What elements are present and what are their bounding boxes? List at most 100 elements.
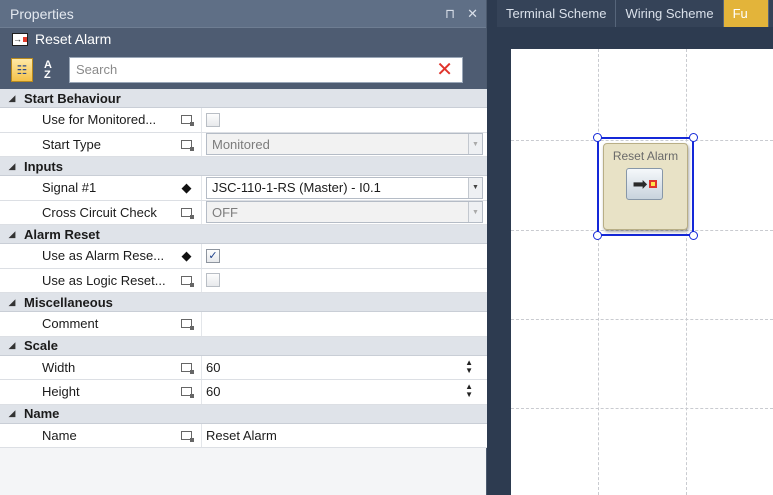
drawing-sheet[interactable]: Reset Alarm ➡ [511,49,773,495]
category-header[interactable]: ◢ Miscellaneous [0,293,487,312]
property-row[interactable]: Use as Logic Reset... [0,268,487,293]
property-value-cell[interactable]: Reset Alarm [201,423,487,447]
property-box-icon [172,424,201,448]
properties-toolbar: ☷ AZ ✕ [0,50,486,89]
grid-line [511,319,773,320]
property-combo[interactable]: Monitored ▼ [206,133,483,156]
category-header[interactable]: ◢ Scale [0,336,487,356]
property-row[interactable]: Height 60 ▲ ▼ [0,380,487,405]
spinner-icon[interactable]: ▲ ▼ [465,358,473,375]
resize-handle-top-right[interactable] [689,133,698,142]
property-label-text: Use for Monitored... [42,112,157,128]
dropdown-arrow-icon[interactable]: ▼ [468,177,482,198]
tab-2[interactable]: Fu [723,0,769,27]
property-label: Signal #1 [0,176,172,200]
category-name: Miscellaneous [24,294,113,310]
property-label: Use for Monitored... [0,108,172,132]
property-label: Comment [0,312,172,336]
categorized-view-icon[interactable]: ☷ [11,57,33,82]
property-label: Width [0,355,172,379]
collapse-triangle-icon[interactable]: ◢ [0,229,24,240]
category-name: Name [24,406,60,421]
collapse-triangle-icon[interactable]: ◢ [0,297,24,308]
property-label: Name [0,423,172,447]
property-combo[interactable]: OFF ▼ [206,201,483,224]
property-row[interactable]: Signal #1 ◆ JSC-110-1-RS (Master) - I0.1 ▼ [0,176,487,201]
property-label-text: Comment [42,316,99,332]
search-input[interactable] [76,62,428,77]
category-name: Scale [24,338,58,353]
clear-search-icon[interactable]: ✕ [427,60,462,80]
collapse-triangle-icon[interactable]: ◢ [0,408,24,419]
property-value-cell[interactable] [201,268,487,292]
property-box-icon [172,108,201,132]
tab-0[interactable]: Terminal Scheme [497,0,617,27]
property-value-cell[interactable]: ✓ [201,244,487,268]
property-row[interactable]: Comment [0,312,487,337]
combo-value: JSC-110-1-RS (Master) - I0.1 [212,180,381,196]
selected-object-name: Reset Alarm [35,31,112,47]
property-row[interactable]: Use for Monitored... [0,108,487,133]
collapse-triangle-icon[interactable]: ◢ [0,161,24,172]
property-label-text: Use as Logic Reset... [42,272,166,288]
category-name: Inputs [24,158,63,174]
property-value-cell[interactable]: Monitored ▼ [201,132,487,156]
property-box-icon [172,201,201,225]
reset-alarm-icon: → [12,32,28,46]
resize-handle-top-left[interactable] [593,133,602,142]
category-header[interactable]: ◢ Alarm Reset [0,225,487,244]
property-row[interactable]: Cross Circuit Check OFF ▼ [0,200,487,225]
collapse-triangle-icon[interactable]: ◢ [0,93,24,104]
spinner-icon[interactable]: ▲ ▼ [465,383,473,399]
block-label: Reset Alarm [612,149,679,163]
alphabetical-sort-icon[interactable]: AZ [37,58,59,82]
property-label: Use as Alarm Rese... [0,244,172,268]
collapse-triangle-icon[interactable]: ◢ [0,340,24,351]
dropdown-arrow-icon[interactable]: ▼ [468,134,482,155]
property-row[interactable]: Name Reset Alarm [0,423,487,448]
property-label: Cross Circuit Check [0,200,172,224]
property-value-cell[interactable]: OFF ▼ [201,200,487,224]
grid-line [686,49,687,495]
property-checkbox[interactable]: ✓ [206,248,220,263]
property-label: Start Type [0,132,172,156]
property-value-cell[interactable]: JSC-110-1-RS (Master) - I0.1 ▼ [201,176,487,200]
property-checkbox[interactable] [206,112,220,127]
property-value-cell[interactable]: 60 ▲ ▼ [201,355,487,379]
category-header[interactable]: ◢ Inputs [0,157,487,176]
property-label: Use as Logic Reset... [0,268,172,292]
combo-value: OFF [212,204,238,220]
resize-handle-bottom-left[interactable] [593,231,602,240]
property-grid: ◢ Start Behaviour Use for Monitored... Star… [0,89,487,448]
block-body: Reset Alarm ➡ [603,143,688,230]
property-value[interactable]: Reset Alarm [206,428,277,443]
property-row[interactable]: Use as Alarm Rese... ◆ ✓ [0,244,487,269]
property-checkbox[interactable] [206,273,220,288]
resize-handle-bottom-right[interactable] [689,231,698,240]
property-box-icon [172,269,201,293]
category-name: Start Behaviour [24,90,121,106]
property-label-text: Use as Alarm Rese... [42,248,165,264]
dropdown-arrow-icon[interactable]: ▼ [468,202,482,223]
category-header[interactable]: ◢ Start Behaviour [0,89,487,108]
property-value[interactable]: 60 [206,384,220,399]
close-icon[interactable]: ✕ [467,6,478,22]
linked-diamond-icon: ◆ [181,179,192,195]
pin-icon[interactable]: ⊓ [445,6,455,22]
property-value-cell[interactable] [201,312,487,336]
category-header[interactable]: ◢ Name [0,404,487,424]
property-value[interactable]: 60 [206,360,220,375]
canvas[interactable]: Reset Alarm ➡ [497,27,773,495]
property-row[interactable]: Start Type Monitored ▼ [0,132,487,157]
property-value-cell[interactable]: 60 ▲ ▼ [201,380,487,404]
reset-alarm-block[interactable]: Reset Alarm ➡ [593,133,698,240]
property-row[interactable]: Width 60 ▲ ▼ [0,355,487,380]
tab-1[interactable]: Wiring Scheme [616,0,724,27]
property-label-text: Name [42,427,77,443]
property-label: Height [0,380,172,404]
property-box-icon [172,356,201,380]
property-combo[interactable]: JSC-110-1-RS (Master) - I0.1 ▼ [206,176,483,199]
property-label-text: Height [42,384,80,400]
property-value-cell[interactable] [201,108,487,132]
grid-line [598,49,599,495]
